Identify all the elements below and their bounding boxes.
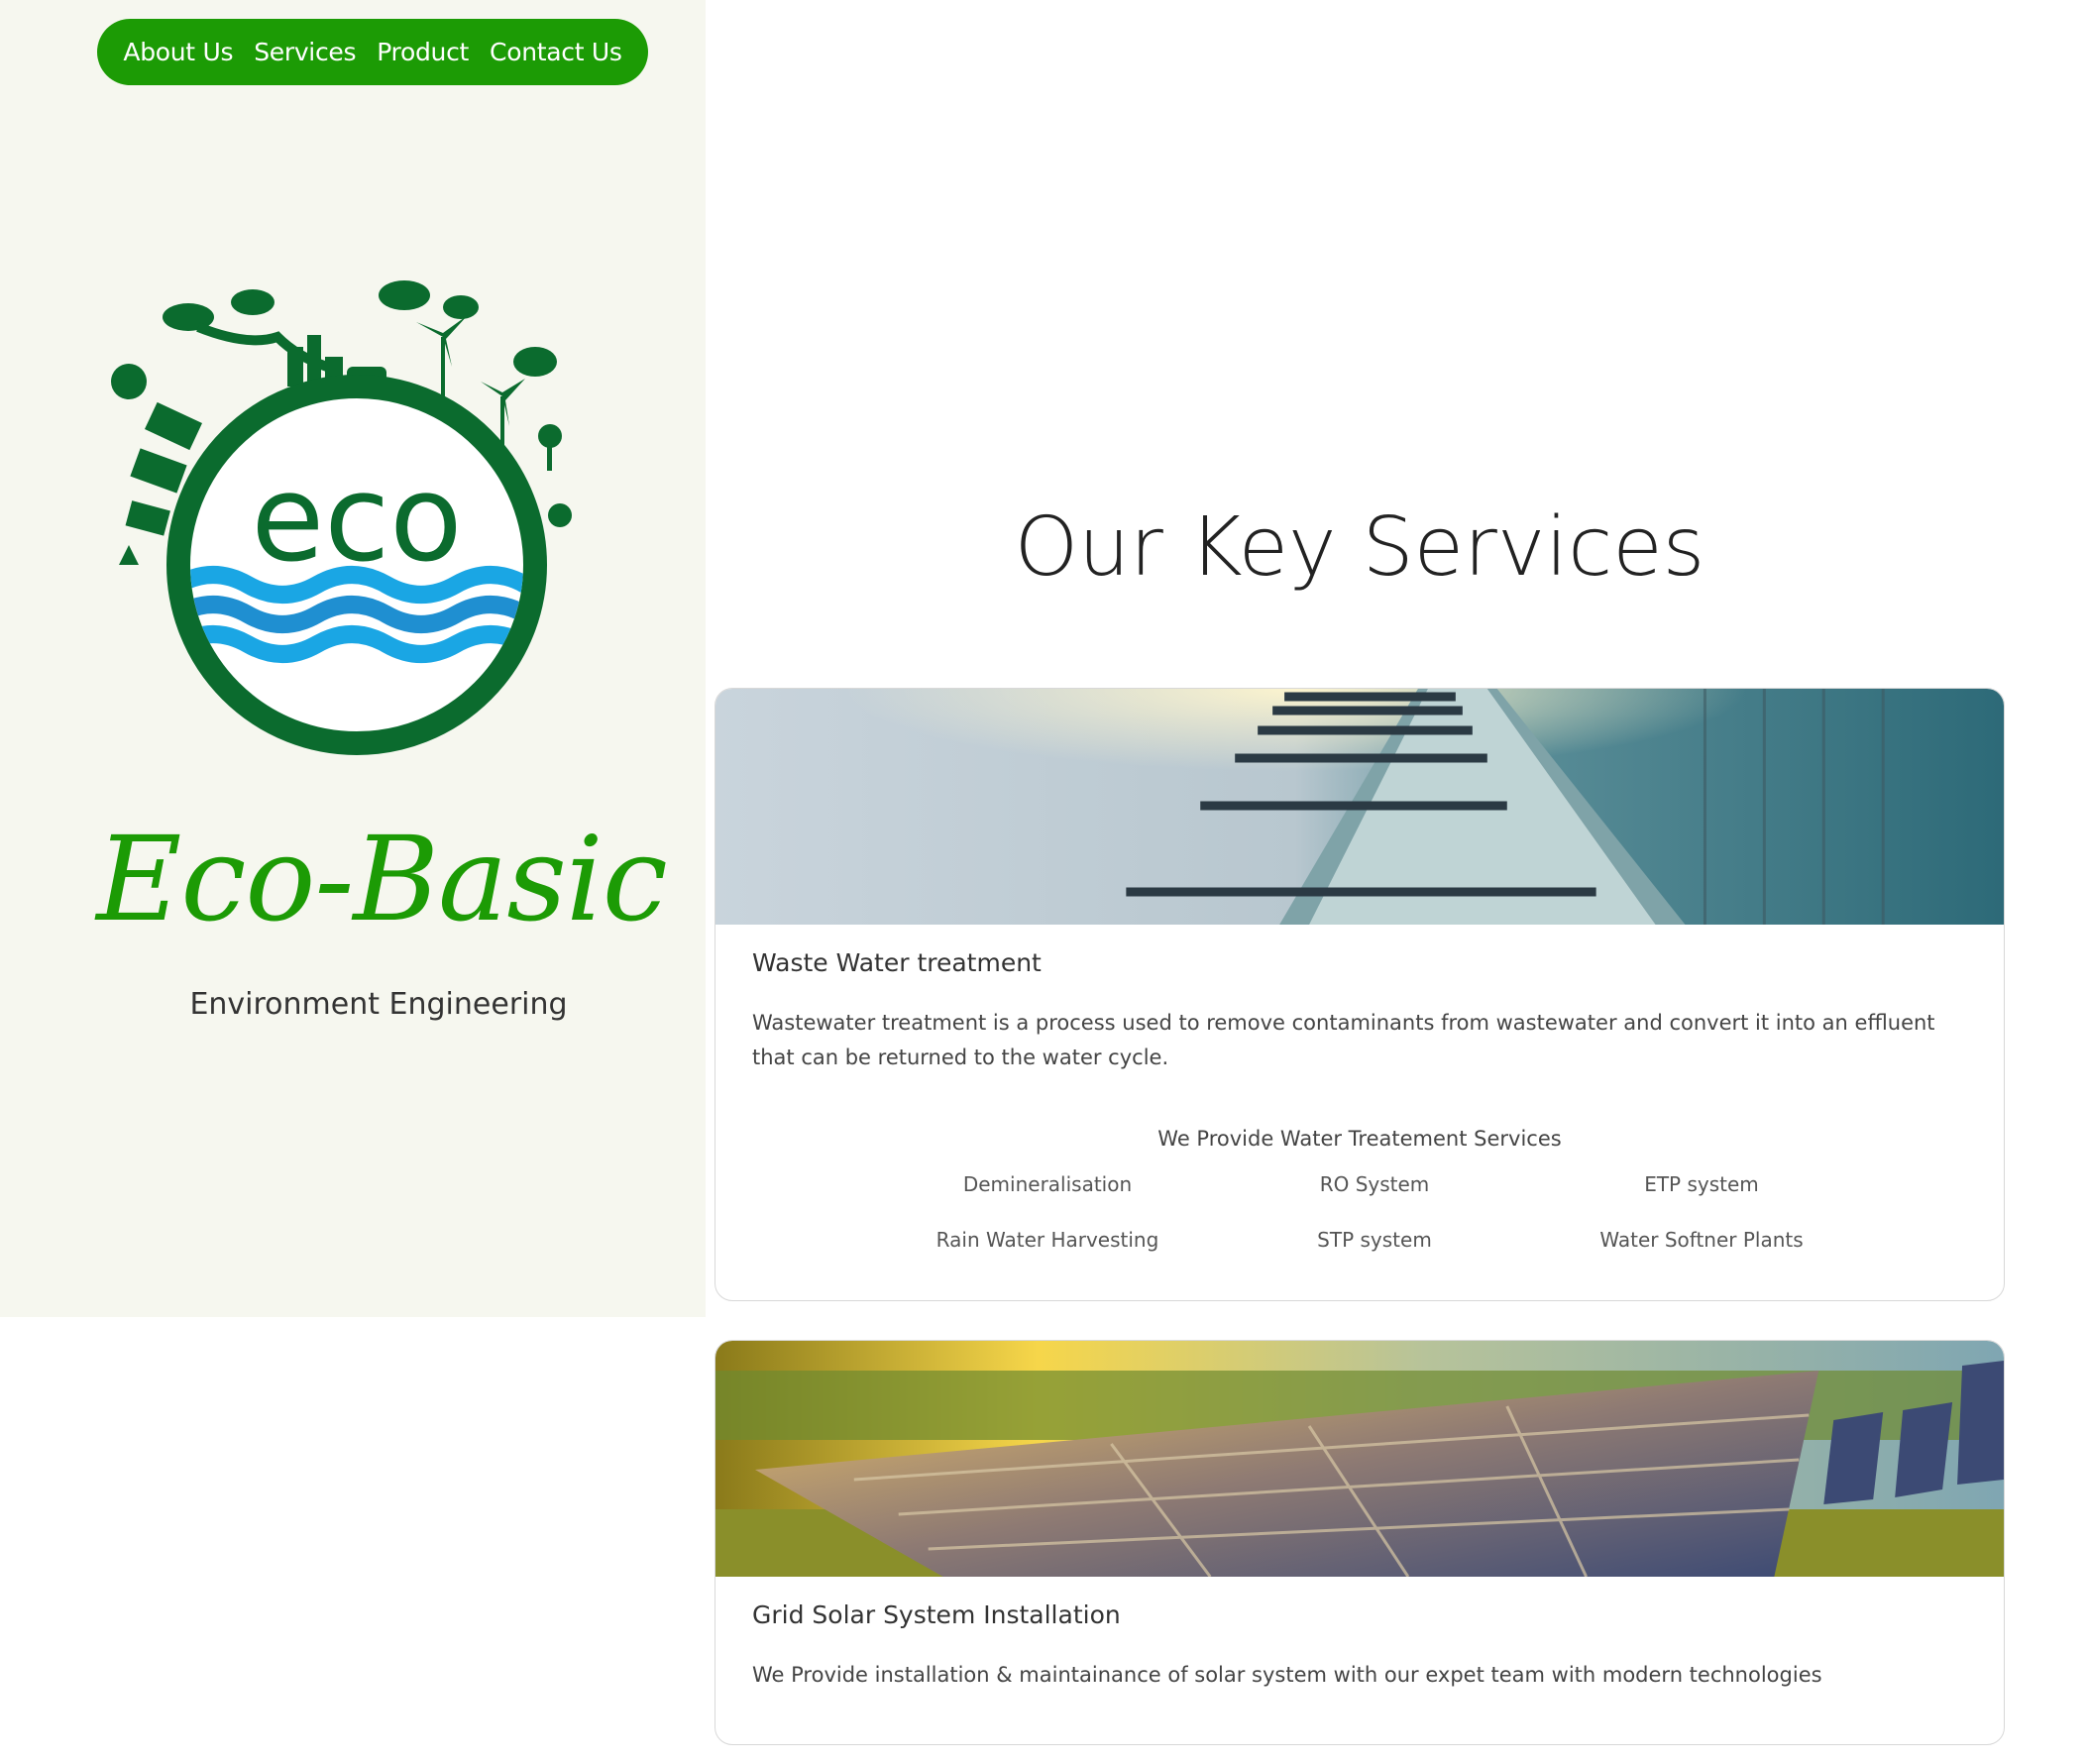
nav-services[interactable]: Services: [254, 38, 356, 66]
section-title: Our Key Services: [1014, 500, 1705, 595]
services-list: Demineralisation RO System ETP system Ra…: [884, 1169, 1865, 1255]
nav-about-us[interactable]: About Us: [123, 38, 233, 66]
services-list-heading: We Provide Water Treatement Services: [1157, 1127, 1562, 1151]
service-item: ETP system: [1644, 1172, 1759, 1196]
brand-subtitle: Environment Engineering: [189, 987, 568, 1022]
card-title: Waste Water treatment: [752, 948, 1042, 977]
nav-product[interactable]: Product: [377, 38, 469, 66]
service-item: RO System: [1319, 1172, 1430, 1196]
card-description: We Provide installation & maintainance o…: [752, 1663, 1822, 1687]
service-item: Water Softner Plants: [1599, 1228, 1804, 1252]
nav-contact-us[interactable]: Contact Us: [490, 38, 622, 66]
card-title: Grid Solar System Installation: [752, 1600, 1121, 1629]
water-treatment-image: [715, 689, 2004, 925]
brand-name: Eco-Basic: [96, 811, 668, 947]
solar-panels-image: [715, 1341, 2004, 1577]
service-card-water: Waste Water treatment Wastewater treatme…: [715, 688, 2005, 1301]
main-nav: About Us Services Product Contact Us: [97, 19, 648, 85]
service-card-solar: Grid Solar System Installation We Provid…: [715, 1340, 2005, 1745]
sidebar: About Us Services Product Contact Us eco…: [0, 0, 706, 1317]
card-description: Wastewater treatment is a process used t…: [752, 1011, 1935, 1069]
service-item: Demineralisation: [962, 1172, 1133, 1196]
service-item: STP system: [1317, 1228, 1432, 1252]
eco-logo: eco: [99, 268, 605, 763]
service-item: Rain Water Harvesting: [935, 1228, 1159, 1252]
